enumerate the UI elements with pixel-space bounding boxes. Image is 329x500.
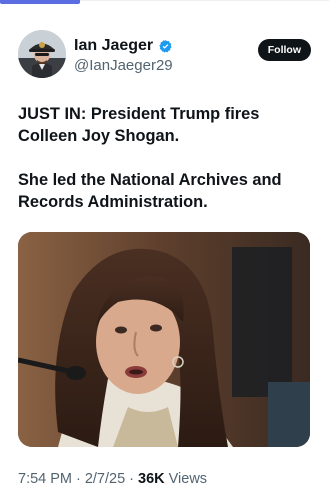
views-label: Views [168, 471, 208, 487]
name-row: Ian Jaeger [74, 37, 173, 55]
author-handle[interactable]: @IanJaeger29 [74, 57, 173, 74]
tweet-media-photo[interactable] [18, 232, 310, 447]
views-count: 36K [138, 471, 165, 487]
avatar-photo-icon [18, 30, 66, 78]
tweet-paragraph: She led the National Archives and Record… [18, 171, 282, 211]
tweet-meta: 7:54 PM · 2/7/25 · 36K Views [18, 471, 207, 487]
tweet-time[interactable]: 7:54 PM [18, 471, 72, 487]
verified-badge-icon [159, 39, 172, 53]
follow-button[interactable]: Follow [257, 39, 311, 61]
tweet-text: JUST IN: President Trump fires Colleen J… [18, 103, 315, 235]
author-name[interactable]: Ian Jaeger [74, 37, 153, 55]
tweet-paragraph: JUST IN: President Trump fires Colleen J… [18, 105, 260, 145]
tweet-header: Ian Jaeger @IanJaeger29 Follow [18, 30, 311, 80]
top-divider [80, 0, 329, 1]
tweet-date[interactable]: 2/7/25 [85, 471, 125, 487]
photo-woman-testifying-icon [18, 232, 310, 447]
meta-separator: · [76, 471, 81, 487]
avatar[interactable] [18, 30, 66, 78]
meta-separator: · [129, 471, 135, 487]
tab-indicator [0, 0, 80, 4]
